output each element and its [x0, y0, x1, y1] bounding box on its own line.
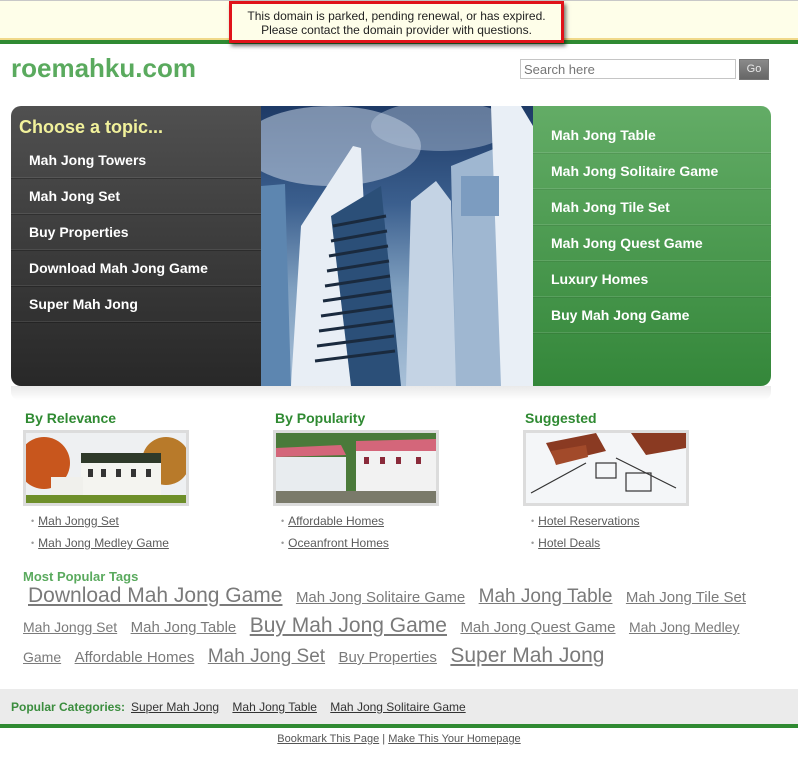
homepage-link[interactable]: Make This Your Homepage: [388, 733, 521, 745]
blueprint-roofs-image: [526, 433, 686, 503]
site-title[interactable]: roemahku.com: [11, 53, 196, 84]
topic-link[interactable]: Luxury Homes: [533, 261, 771, 297]
bullet-icon: •: [531, 538, 535, 548]
tag-link[interactable]: Mah Jongg Set: [23, 619, 117, 635]
list-item: • Affordable Homes: [281, 514, 475, 536]
tag-link[interactable]: Mah Jong Table: [479, 586, 613, 607]
column-title: By Popularity: [275, 410, 366, 426]
footer-separator: |: [382, 733, 386, 745]
category-link[interactable]: Super Mah Jong: [131, 700, 219, 714]
popular-categories-bar: Popular Categories: Super Mah Jong Mah J…: [0, 689, 798, 724]
tag-link[interactable]: Buy Properties: [339, 649, 437, 666]
column-links: • Hotel Reservations • Hotel Deals: [525, 514, 725, 558]
tag-link[interactable]: Mah Jong Table: [131, 619, 237, 636]
tag-link[interactable]: Buy Mah Jong Game: [250, 614, 447, 637]
bookmark-link[interactable]: Bookmark This Page: [277, 733, 379, 745]
notice-line-1: This domain is parked, pending renewal, …: [247, 9, 546, 23]
topic-link[interactable]: Mah Jong Table: [533, 117, 771, 153]
column-title: By Relevance: [25, 410, 117, 426]
column-thumbnail[interactable]: [23, 430, 189, 506]
hero-reflection: [11, 386, 771, 400]
list-item: • Mah Jong Medley Game: [31, 536, 225, 558]
tag-link[interactable]: Affordable Homes: [75, 649, 195, 666]
hero-banner: Choose a topic... Mah Jong Towers Mah Jo…: [11, 106, 771, 386]
tag-link[interactable]: Super Mah Jong: [450, 644, 604, 667]
tag-link[interactable]: Mah Jong Set: [208, 646, 325, 667]
column-by-relevance: By Relevance • Mah Jongg Set • Mah Jong Me…: [23, 410, 225, 558]
column-link[interactable]: Mah Jongg Set: [38, 514, 119, 528]
popular-categories-label: Popular Categories:: [11, 700, 126, 714]
list-item: • Mah Jongg Set: [31, 514, 225, 536]
blueprint-roofs-illustration: [526, 433, 686, 503]
column-link[interactable]: Affordable Homes: [288, 514, 384, 528]
search-input[interactable]: [520, 59, 736, 79]
tag-link[interactable]: Download Mah Jong Game: [28, 584, 282, 607]
tag-link[interactable]: Mah Jong Solitaire Game: [296, 589, 465, 606]
column-link[interactable]: Mah Jong Medley Game: [38, 536, 169, 550]
left-topic-list: Mah Jong Towers Mah Jong Set Buy Propert…: [11, 142, 261, 322]
topic-link[interactable]: Mah Jong Set: [11, 178, 261, 214]
house-red-roof-illustration: [276, 433, 436, 503]
parked-notice: This domain is parked, pending renewal, …: [229, 1, 564, 43]
topic-link[interactable]: Buy Properties: [11, 214, 261, 250]
footer-divider: [0, 724, 798, 728]
topic-link[interactable]: Mah Jong Towers: [11, 142, 261, 178]
column-link[interactable]: Hotel Deals: [538, 536, 600, 550]
house-autumn-image: [26, 433, 186, 503]
tag-cloud: Download Mah Jong Game Mah Jong Solitair…: [23, 582, 763, 672]
list-item: • Hotel Deals: [531, 536, 725, 558]
bullet-icon: •: [31, 516, 35, 526]
list-item: • Hotel Reservations: [531, 514, 725, 536]
column-links: • Affordable Homes • Oceanfront Homes: [275, 514, 475, 558]
topic-link[interactable]: Mah Jong Solitaire Game: [533, 153, 771, 189]
skyscraper-illustration: [261, 106, 533, 386]
tag-link[interactable]: Mah Jong Quest Game: [460, 619, 615, 636]
column-title: Suggested: [525, 410, 597, 426]
category-link[interactable]: Mah Jong Table: [232, 700, 317, 714]
popular-categories-links: Super Mah Jong Mah Jong Table Mah Jong S…: [131, 700, 476, 714]
column-link[interactable]: Oceanfront Homes: [288, 536, 389, 550]
bullet-icon: •: [31, 538, 35, 548]
house-red-roof-image: [276, 433, 436, 503]
footer: Bookmark This Page | Make This Your Home…: [0, 733, 798, 745]
notice-line-2: Please contact the domain provider with …: [261, 23, 532, 37]
column-suggested: Suggested • Hotel Reservations • Hotel Dea…: [523, 410, 725, 558]
topic-link[interactable]: Super Mah Jong: [11, 286, 261, 322]
column-by-popularity: By Popularity • Affordable Homes • Oceanfr…: [273, 410, 475, 558]
bullet-icon: •: [281, 538, 285, 548]
tag-link[interactable]: Mah Jong Tile Set: [626, 589, 746, 606]
column-thumbnail[interactable]: [523, 430, 689, 506]
list-item: • Oceanfront Homes: [281, 536, 475, 558]
column-link[interactable]: Hotel Reservations: [538, 514, 639, 528]
right-topic-list: Mah Jong Table Mah Jong Solitaire Game M…: [533, 117, 771, 333]
bullet-icon: •: [531, 516, 535, 526]
topic-menu-left: Choose a topic... Mah Jong Towers Mah Jo…: [11, 106, 261, 386]
topic-heading: Choose a topic...: [19, 117, 164, 137]
topic-link[interactable]: Buy Mah Jong Game: [533, 297, 771, 333]
bullet-icon: •: [281, 516, 285, 526]
skyscraper-image: [261, 106, 533, 386]
column-links: • Mah Jongg Set • Mah Jong Medley Game: [25, 514, 225, 558]
topic-link[interactable]: Mah Jong Tile Set: [533, 189, 771, 225]
topic-link[interactable]: Mah Jong Quest Game: [533, 225, 771, 261]
column-thumbnail[interactable]: [273, 430, 439, 506]
house-autumn-illustration: [26, 433, 186, 503]
topic-menu-right: Mah Jong Table Mah Jong Solitaire Game M…: [533, 106, 771, 386]
topic-link[interactable]: Download Mah Jong Game: [11, 250, 261, 286]
search-go-button[interactable]: Go: [739, 59, 769, 80]
category-link[interactable]: Mah Jong Solitaire Game: [330, 700, 465, 714]
